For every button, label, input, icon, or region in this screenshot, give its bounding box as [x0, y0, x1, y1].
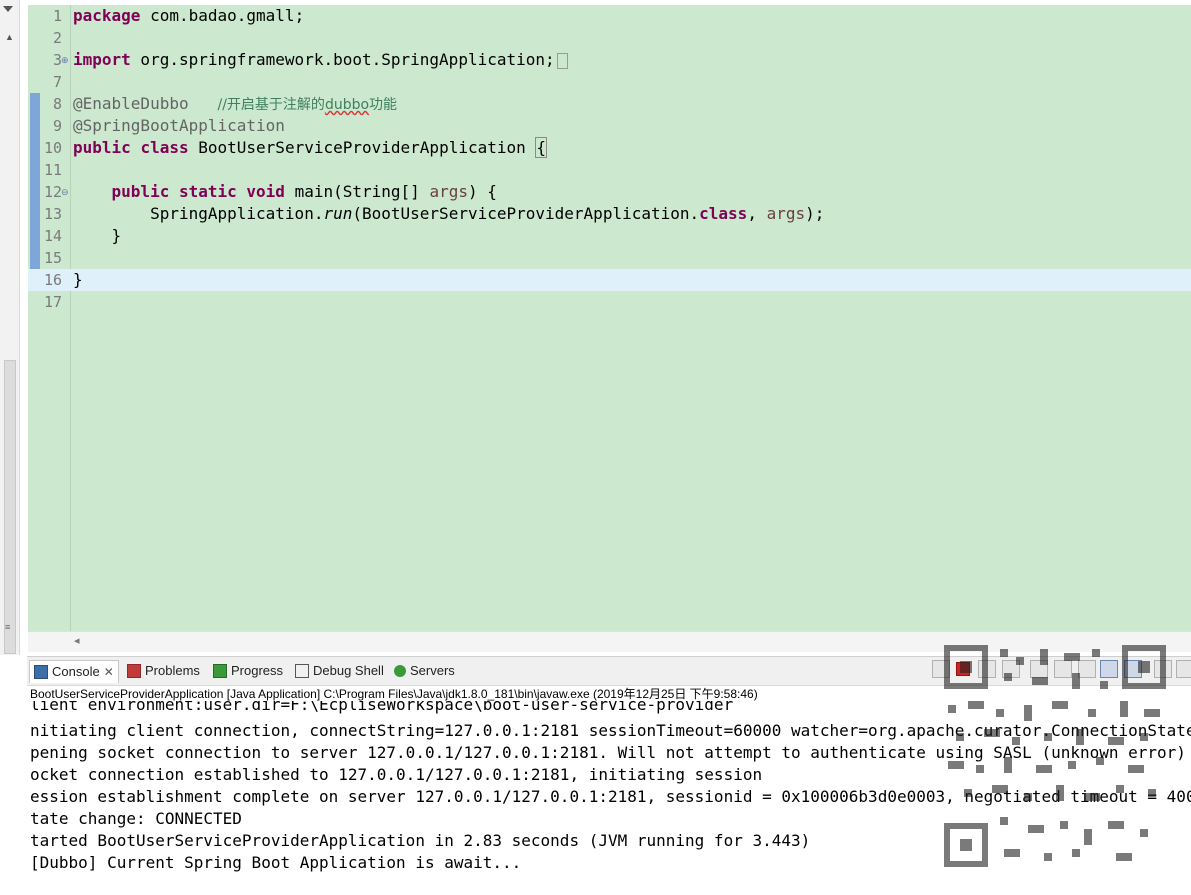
- line-number: 7: [52, 73, 62, 91]
- tab-label: Problems: [145, 663, 200, 678]
- grip-icon: ≡: [5, 622, 11, 632]
- console-line: lient environment:user.dir=F:\EcpliseWor…: [30, 701, 734, 714]
- code-line: 12 ⊖ public static void main(String[] ar…: [28, 181, 1191, 203]
- scrollbar-thumb[interactable]: [4, 360, 16, 654]
- code-text: @SpringBootApplication: [73, 116, 285, 135]
- servers-icon: [394, 664, 406, 677]
- console-line: tarted BootUserServiceProviderApplicatio…: [30, 831, 811, 850]
- line-number: 2: [52, 29, 62, 47]
- line-number: 17: [43, 293, 62, 311]
- line-number: 15: [43, 249, 62, 267]
- console-line: ocket connection established to 127.0.0.…: [30, 765, 763, 784]
- progress-icon: [213, 663, 227, 678]
- line-number: 14: [43, 227, 62, 245]
- tab-label: Servers: [410, 663, 455, 678]
- tab-servers[interactable]: Servers: [394, 660, 455, 682]
- scroll-up-icon[interactable]: ▲: [5, 32, 14, 42]
- code-line: 10 public class BootUserServiceProviderA…: [28, 137, 1191, 159]
- tab-label: Debug Shell: [313, 663, 384, 678]
- code-text: public class BootUserServiceProviderAppl…: [73, 137, 548, 158]
- code-text: public static void main(String[] args) {: [111, 182, 497, 201]
- tab-problems[interactable]: Problems: [127, 660, 200, 682]
- line-number: 11: [43, 161, 62, 179]
- code-line: 7: [28, 71, 1191, 93]
- scroll-left-icon[interactable]: ◂: [74, 634, 80, 647]
- qr-code-watermark: [944, 645, 1166, 867]
- code-text: import org.springframework.boot.SpringAp…: [73, 49, 568, 71]
- open-console-icon[interactable]: [1176, 660, 1191, 678]
- left-scrollbar[interactable]: ▲ ≡: [0, 0, 20, 655]
- code-text: @EnableDubbo //开启基于注解的dubbo功能: [73, 94, 398, 113]
- tab-console[interactable]: Console ✕: [29, 660, 119, 683]
- code-line: 3 ⊕ import org.springframework.boot.Spri…: [28, 49, 1191, 71]
- line-number: 13: [43, 205, 62, 223]
- code-text: }: [73, 226, 122, 245]
- close-icon[interactable]: ✕: [104, 665, 114, 679]
- code-line: 17: [28, 291, 1191, 313]
- code-line: 1 package com.badao.gmall;: [28, 5, 1191, 27]
- code-line: 2: [28, 27, 1191, 49]
- line-number: 16: [43, 271, 62, 289]
- console-line: [Dubbo] Current Spring Boot Application …: [30, 853, 522, 872]
- code-line: 15: [28, 247, 1191, 269]
- code-line-current: 16 }: [28, 269, 1191, 291]
- code-line: 11: [28, 159, 1191, 181]
- qr-pattern: [948, 649, 1160, 861]
- code-line: 9 @SpringBootApplication: [28, 115, 1191, 137]
- problems-icon: [127, 663, 141, 678]
- console-launch-description: BootUserServiceProviderApplication [Java…: [30, 687, 758, 701]
- debug-shell-icon: [295, 663, 309, 678]
- collapse-fold-icon[interactable]: ⊖: [61, 188, 69, 197]
- code-text: package com.badao.gmall;: [73, 6, 305, 25]
- tab-label: Progress: [231, 663, 284, 678]
- view-menu-icon[interactable]: [3, 6, 13, 12]
- code-editor[interactable]: 1 package com.badao.gmall; 2 3 ⊕ import …: [28, 5, 1191, 631]
- line-number: 8: [52, 95, 62, 113]
- code-line: 8 @EnableDubbo //开启基于注解的dubbo功能: [28, 93, 1191, 115]
- code-line: 13 SpringApplication.run(BootUserService…: [28, 203, 1191, 225]
- tab-progress[interactable]: Progress: [213, 660, 283, 682]
- line-number: 3: [52, 51, 62, 69]
- expand-fold-icon[interactable]: ⊕: [61, 56, 69, 65]
- code-text: }: [73, 270, 83, 289]
- console-icon: [34, 664, 48, 679]
- code-line: 14 }: [28, 225, 1191, 247]
- collapsed-imports-icon[interactable]: [556, 52, 568, 69]
- console-line: tate change: CONNECTED: [30, 809, 242, 828]
- line-number: 12: [43, 183, 62, 201]
- code-text: SpringApplication.run(BootUserServicePro…: [73, 204, 825, 223]
- line-number: 9: [52, 117, 62, 135]
- tab-debug-shell[interactable]: Debug Shell: [295, 660, 384, 682]
- line-number: 10: [43, 139, 62, 157]
- line-number: 1: [52, 7, 62, 25]
- tab-label: Console: [52, 664, 100, 679]
